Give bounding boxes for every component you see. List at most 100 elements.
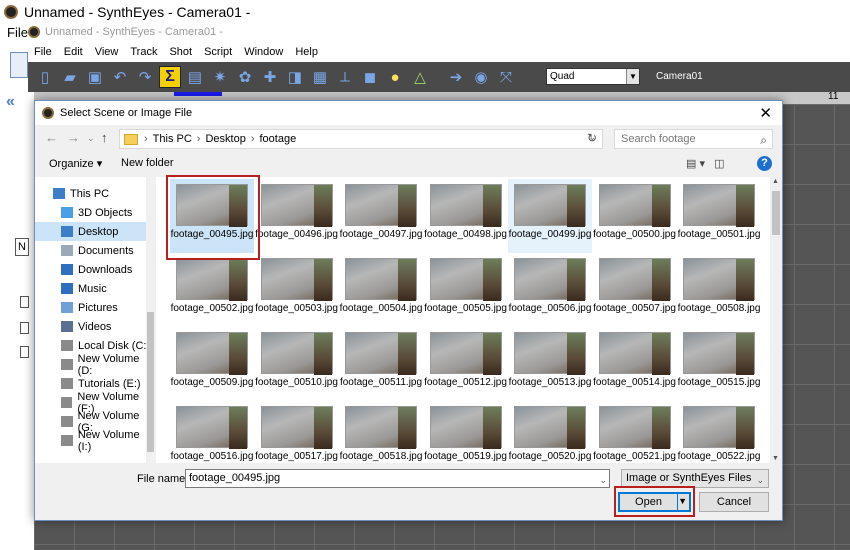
nav-item[interactable]: Documents: [35, 241, 155, 260]
file-thumbnail[interactable]: footage_00513.jpg: [508, 327, 592, 401]
file-thumbnail[interactable]: footage_00520.jpg: [508, 401, 592, 463]
calculator-icon[interactable]: ▦: [309, 66, 331, 88]
open-folder-icon[interactable]: ▰: [59, 66, 81, 88]
lightbulb-icon[interactable]: ●: [384, 66, 406, 88]
file-thumbnail[interactable]: footage_00514.jpg: [593, 327, 677, 401]
file-thumbnail[interactable]: footage_00499.jpg: [508, 179, 592, 253]
paint-icon[interactable]: ✿: [234, 66, 256, 88]
file-thumbnail[interactable]: footage_00507.jpg: [593, 253, 677, 327]
chevron-down-icon[interactable]: ⌄: [756, 472, 764, 489]
side-checkbox[interactable]: [20, 322, 29, 334]
file-thumbnail[interactable]: footage_00509.jpg: [170, 327, 254, 401]
breadcrumb-desktop[interactable]: Desktop: [205, 133, 245, 145]
file-thumbnail[interactable]: footage_00518.jpg: [339, 401, 423, 463]
file-thumbnail[interactable]: footage_00519.jpg: [424, 401, 508, 463]
search-input[interactable]: Search footage ⌕: [614, 129, 773, 149]
chevron-down-icon[interactable]: ⌄: [599, 472, 607, 489]
gear-icon[interactable]: ✷: [209, 66, 231, 88]
breadcrumb-footage[interactable]: footage: [260, 133, 297, 145]
file-thumbnail[interactable]: footage_00506.jpg: [508, 253, 592, 327]
breadcrumb-separator-icon[interactable]: ›: [197, 133, 201, 145]
scrollbar-thumb[interactable]: [147, 312, 154, 452]
new-file-icon[interactable]: ▯: [34, 66, 56, 88]
menu-track[interactable]: Track: [124, 44, 163, 62]
side-checkbox[interactable]: [20, 296, 29, 308]
file-thumbnail[interactable]: footage_00503.jpg: [255, 253, 339, 327]
file-thumbnail[interactable]: footage_00502.jpg: [170, 253, 254, 327]
file-thumbnail[interactable]: footage_00498.jpg: [424, 179, 508, 253]
file-thumbnail[interactable]: footage_00501.jpg: [677, 179, 761, 253]
close-icon[interactable]: ✕: [759, 104, 772, 122]
fit-view-icon[interactable]: ⤧: [495, 66, 517, 88]
file-thumbnail[interactable]: footage_00521.jpg: [593, 401, 677, 463]
organize-button[interactable]: Organize ▾: [49, 157, 102, 170]
file-thumbnail[interactable]: footage_00522.jpg: [677, 401, 761, 463]
view-layout-select[interactable]: Quad ▼: [546, 68, 640, 85]
file-thumbnail[interactable]: footage_00497.jpg: [339, 179, 423, 253]
side-checkbox[interactable]: [20, 346, 29, 358]
file-menu[interactable]: File: [7, 25, 28, 40]
file-thumbnail[interactable]: footage_00500.jpg: [593, 179, 677, 253]
file-thumbnail[interactable]: footage_00505.jpg: [424, 253, 508, 327]
refresh-icon[interactable]: ↻: [587, 131, 597, 145]
solve-icon[interactable]: ◨: [284, 66, 306, 88]
arrow-right-icon[interactable]: ➔: [445, 66, 467, 88]
triangle-icon[interactable]: △: [409, 66, 431, 88]
nav-item[interactable]: Videos: [35, 317, 155, 336]
address-bar[interactable]: › This PC › Desktop › footage ⌄: [119, 129, 603, 149]
recent-chevron-icon[interactable]: ⌄: [87, 133, 95, 144]
nav-item[interactable]: New Volume (D:: [35, 353, 155, 377]
nav-item[interactable]: Pictures: [35, 298, 155, 317]
coordinate-icon[interactable]: ⟂: [334, 66, 356, 88]
menu-help[interactable]: Help: [289, 44, 324, 62]
nav-item[interactable]: 3D Objects: [35, 203, 155, 222]
menu-shot[interactable]: Shot: [163, 44, 198, 62]
file-thumbnail[interactable]: footage_00510.jpg: [255, 327, 339, 401]
breadcrumb-this-pc[interactable]: This PC: [153, 133, 192, 145]
search-icon[interactable]: ⌕: [760, 131, 767, 149]
menu-window[interactable]: Window: [238, 44, 289, 62]
file-name-input[interactable]: footage_00495.jpg ⌄: [185, 469, 610, 488]
menu-file[interactable]: File: [28, 44, 58, 62]
file-thumbnail[interactable]: footage_00517.jpg: [255, 401, 339, 463]
nav-item[interactable]: Desktop: [35, 222, 155, 241]
crosshair-icon[interactable]: ✚: [259, 66, 281, 88]
forward-arrow-icon[interactable]: →: [67, 130, 80, 145]
viewer-icon[interactable]: ◉: [470, 66, 492, 88]
cube-icon[interactable]: ◼: [359, 66, 381, 88]
file-thumbnail[interactable]: footage_00504.jpg: [339, 253, 423, 327]
menu-script[interactable]: Script: [198, 44, 238, 62]
file-thumbnail[interactable]: footage_00512.jpg: [424, 327, 508, 401]
new-document-icon[interactable]: [10, 52, 28, 78]
view-options-icon[interactable]: ▤ ▾ ◫: [686, 157, 725, 170]
scroll-down-icon[interactable]: ▼: [772, 455, 779, 462]
open-button[interactable]: Open ▼: [618, 492, 691, 512]
nav-item[interactable]: Music: [35, 279, 155, 298]
nav-item[interactable]: New Volume (I:): [35, 429, 155, 453]
navigation-scrollbar[interactable]: [146, 177, 155, 463]
help-icon[interactable]: ?: [757, 156, 772, 171]
menu-edit[interactable]: Edit: [58, 44, 89, 62]
file-thumbnail[interactable]: footage_00516.jpg: [170, 401, 254, 463]
double-chevron-left-icon[interactable]: «: [6, 93, 15, 111]
back-arrow-icon[interactable]: ←: [45, 130, 58, 145]
save-icon[interactable]: ▣: [84, 66, 106, 88]
cancel-button[interactable]: Cancel: [699, 492, 769, 512]
redo-icon[interactable]: ↷: [134, 66, 156, 88]
sigma-icon[interactable]: Σ: [159, 66, 181, 88]
new-folder-button[interactable]: New folder: [121, 157, 174, 169]
menu-view[interactable]: View: [89, 44, 125, 62]
up-arrow-icon[interactable]: ↑: [101, 130, 108, 145]
breadcrumb-separator-icon[interactable]: ›: [144, 133, 148, 145]
open-dropdown-icon[interactable]: ▼: [678, 496, 687, 506]
nav-item[interactable]: This PC: [35, 184, 155, 203]
undo-icon[interactable]: ↶: [109, 66, 131, 88]
file-thumbnail[interactable]: footage_00496.jpg: [255, 179, 339, 253]
file-thumbnail[interactable]: footage_00508.jpg: [677, 253, 761, 327]
scroll-up-icon[interactable]: ▲: [772, 178, 779, 185]
camera-view-icon[interactable]: ▤: [184, 66, 206, 88]
side-toggle-n[interactable]: N: [15, 238, 29, 256]
scrollbar-thumb[interactable]: [772, 191, 780, 235]
file-list-scrollbar[interactable]: ▲ ▼: [770, 177, 782, 463]
file-thumbnail[interactable]: footage_00515.jpg: [677, 327, 761, 401]
